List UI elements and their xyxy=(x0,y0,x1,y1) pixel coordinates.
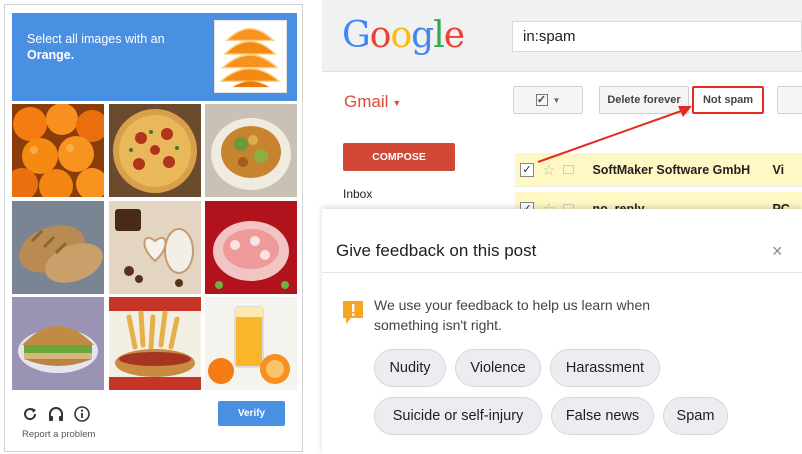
gmail-window: Google in:spam Gmail ▼ ✓ ▼ Delete forever … xyxy=(322,0,802,210)
alert-icon xyxy=(342,300,364,326)
chip-suicide-self-injury[interactable]: Suicide or self-injury xyxy=(374,397,542,435)
captcha-tile-oranges[interactable] xyxy=(12,104,104,197)
gmail-label: Gmail xyxy=(344,92,389,111)
compose-button[interactable]: COMPOSE xyxy=(343,143,455,171)
feedback-message: We use your feedback to help us learn wh… xyxy=(374,297,651,333)
logo-letter: G xyxy=(342,15,371,56)
gmail-menu[interactable]: Gmail ▼ xyxy=(344,92,401,112)
logo-letter: o xyxy=(369,15,392,56)
search-input[interactable]: in:spam xyxy=(512,21,802,52)
logo-letter: e xyxy=(443,15,465,56)
captcha-tile-bread[interactable] xyxy=(12,201,104,294)
importance-marker-icon[interactable] xyxy=(563,165,575,174)
google-logo: Google xyxy=(342,15,465,56)
report-problem-link[interactable]: Report a problem xyxy=(22,429,95,440)
chip-false-news[interactable]: False news xyxy=(551,397,654,435)
chip-spam[interactable]: Spam xyxy=(663,397,728,435)
mail-sender: SoftMaker Software GmbH xyxy=(592,162,751,177)
captcha-image-grid xyxy=(12,104,297,391)
captcha-widget: Select all images with an Orange. Report… xyxy=(4,4,303,452)
delete-forever-button[interactable]: Delete forever xyxy=(599,86,689,114)
info-icon[interactable] xyxy=(73,405,91,423)
mail-row[interactable]: ✓ ☆ no_reply PC xyxy=(515,192,802,210)
row-checkbox[interactable]: ✓ xyxy=(520,162,534,177)
chip-violence[interactable]: Violence xyxy=(455,349,541,387)
headphones-icon[interactable] xyxy=(47,405,65,423)
feedback-dialog: Give feedback on this post × We use your… xyxy=(322,209,802,454)
mail-subject: Vi xyxy=(772,162,785,177)
select-dropdown-button[interactable]: ✓ ▼ xyxy=(513,86,583,114)
captcha-footer-icons xyxy=(21,405,91,423)
captcha-tile-pizza[interactable] xyxy=(109,104,201,197)
star-icon[interactable]: ☆ xyxy=(542,161,555,179)
captcha-tile-sandwich[interactable] xyxy=(12,297,104,390)
caret-down-icon: ▼ xyxy=(552,95,561,105)
captcha-sample-image xyxy=(214,20,287,93)
mail-row[interactable]: ✓ ☆ SoftMaker Software GmbH Vi xyxy=(515,153,802,187)
chip-nudity[interactable]: Nudity xyxy=(374,349,446,387)
chip-harassment[interactable]: Harassment xyxy=(550,349,660,387)
verify-button[interactable]: Verify xyxy=(218,401,285,426)
captcha-header: Select all images with an Orange. xyxy=(12,13,297,101)
captcha-instruction: Select all images with an Orange. xyxy=(27,31,207,63)
dialog-title: Give feedback on this post xyxy=(336,241,537,260)
captcha-tile-orange-juice[interactable] xyxy=(205,297,297,390)
captcha-tile-hotdog-fries[interactable] xyxy=(109,297,201,390)
captcha-instruction-target: Orange. xyxy=(27,48,75,62)
gmail-topbar: Google in:spam xyxy=(322,0,802,72)
logo-letter: o xyxy=(390,15,412,56)
sidebar-item-inbox[interactable]: Inbox xyxy=(343,187,372,201)
caret-down-icon: ▼ xyxy=(392,97,402,108)
close-icon[interactable]: × xyxy=(772,241,783,262)
checkbox-icon: ✓ xyxy=(535,94,548,106)
captcha-tile-food-plate[interactable] xyxy=(205,104,297,197)
not-spam-button[interactable]: Not spam xyxy=(692,86,764,114)
logo-letter: g xyxy=(411,15,434,56)
divider xyxy=(322,272,802,273)
captcha-tile-cookies[interactable] xyxy=(109,201,201,294)
logo-letter: l xyxy=(433,15,444,56)
captcha-tile-seafood-platter[interactable] xyxy=(205,201,297,294)
refresh-icon[interactable] xyxy=(21,405,39,423)
captcha-instruction-prefix: Select all images with an xyxy=(27,32,165,46)
more-button[interactable] xyxy=(777,86,802,114)
gmail-toolbar: Gmail ▼ ✓ ▼ Delete forever Not spam xyxy=(322,72,802,132)
